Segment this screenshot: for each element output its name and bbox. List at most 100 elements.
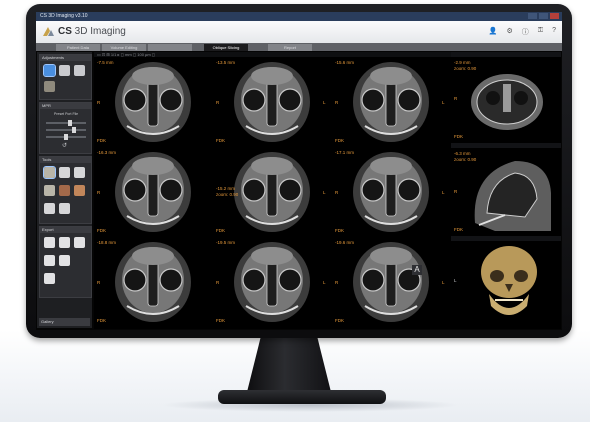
volume-view-toolbar[interactable] [451, 236, 561, 241]
slice-depth-label: -16.3 mm [97, 150, 117, 155]
skull-icon[interactable] [59, 65, 70, 76]
axial-depth-label: -2.9 mm [454, 60, 471, 65]
axial-fdk-label: FDK [454, 134, 463, 139]
implant-tool-icon[interactable] [44, 203, 55, 214]
sagittal-fdk-label: FDK [454, 227, 463, 232]
slice-view[interactable]: -18.8 mm R FDK [94, 238, 212, 326]
orientation-left-label: R [335, 190, 339, 195]
tab-report[interactable]: Report [268, 44, 312, 51]
orientation-right-label: L [442, 100, 445, 105]
slice-view-active[interactable]: -15.2 mm zoom: 0.90 L FDK [213, 148, 331, 236]
axial-zoom-label: zoom: 0.90 [454, 66, 477, 71]
orientation-cube-button[interactable]: A [412, 265, 422, 275]
maximize-button[interactable] [539, 13, 548, 19]
document-icon[interactable] [44, 237, 55, 248]
scan-shape [115, 152, 191, 232]
airway-tool-icon[interactable] [74, 185, 85, 196]
settings-icon[interactable]: ⚙ [506, 27, 512, 37]
tools-title: Tools [40, 157, 91, 163]
orientation-left-label: R [216, 280, 220, 285]
sagittal-scan-shape [474, 161, 551, 231]
fdk-label: FDK [97, 228, 106, 233]
skull-render-shape [481, 246, 537, 315]
fdk-label: FDK [216, 228, 225, 233]
crop-tool-icon[interactable] [59, 203, 70, 214]
slice-view[interactable]: -17.1 mm R L FDK [332, 148, 450, 236]
axial-scan-shape [471, 74, 543, 130]
slice-depth-label: -15.2 mm [216, 186, 236, 191]
contrast-slider[interactable] [46, 127, 86, 133]
scan-shape [234, 242, 310, 322]
print-icon[interactable] [59, 237, 70, 248]
user-icon[interactable]: 👤 [489, 27, 498, 37]
minimize-button[interactable] [528, 13, 537, 19]
orientation-right-label: L [323, 280, 326, 285]
slice-view[interactable]: -16.3 mm R FDK [94, 148, 212, 236]
measure-tool-icon[interactable] [59, 167, 70, 178]
zoom-label: zoom: 0.90 [216, 192, 239, 197]
slice-depth-label: -15.6 mm [335, 60, 355, 65]
implant-icon[interactable] [74, 65, 85, 76]
sharpness-slider[interactable] [46, 134, 86, 140]
sagittal-view[interactable]: -6.3 mm zoom: 0.90 R FDK [451, 149, 561, 235]
reset-icon[interactable]: ↺ [62, 142, 67, 149]
axial-orientation-label: R [454, 96, 458, 101]
info-icon[interactable]: ⓘ [522, 27, 529, 37]
adjustments-panel: Adjustments [39, 54, 92, 100]
slice-depth-label: -19.5 mm [216, 240, 236, 245]
export-panel: Export [39, 226, 92, 298]
slice-view[interactable]: -7.5 mm R FDK [94, 58, 212, 146]
sagittal-view-toolbar[interactable] [451, 143, 561, 148]
brand-name: 3D Imaging [71, 26, 126, 37]
scan-shape [353, 152, 429, 232]
dental-arch-icon[interactable] [44, 81, 55, 92]
slice-view[interactable]: -19.6 mm R L FDK [332, 238, 450, 326]
slice-view[interactable]: -13.5 mm R L FDK [213, 58, 331, 146]
coronal-scan-image [234, 62, 310, 142]
camera-icon[interactable] [74, 237, 85, 248]
window-titlebar: CS 3D Imaging v3.10 [36, 12, 562, 21]
tab-patient-data[interactable]: Patient Data [56, 44, 100, 51]
export-image-icon[interactable] [44, 273, 55, 284]
axial-view[interactable]: -2.9 mm zoom: 0.90 R FDK [451, 58, 561, 142]
coronal-scan-image [353, 242, 429, 322]
pointer-tool-icon[interactable] [43, 166, 56, 179]
fdk-label: FDK [216, 318, 225, 323]
slice-view[interactable]: -19.5 mm R L FDK [213, 238, 331, 326]
orientation-right-label: L [323, 190, 326, 195]
video-icon[interactable] [44, 255, 55, 266]
help-icon[interactable]: ? [552, 27, 556, 37]
coronal-scan-image [234, 242, 310, 322]
adjustments-title: Adjustments [40, 55, 91, 61]
slice-depth-label: -7.5 mm [97, 60, 114, 65]
coronal-scan-image [353, 152, 429, 232]
tooth-tool-icon[interactable] [59, 185, 70, 196]
viewport-toolbar[interactable]: ▭ ⊡ ⊞ 1/1 ▸ ◻ mm ◻ 100 µm ◻ [94, 52, 452, 57]
brand-prefix: CS [58, 26, 72, 37]
mpr-title: MPR [40, 103, 91, 109]
scan-shape [353, 242, 429, 322]
slice-view[interactable]: -15.6 mm R L FDK [332, 58, 450, 146]
tab-report-hidden[interactable] [148, 44, 192, 51]
app-brand: CS 3D Imaging [58, 25, 126, 39]
scan-shape [353, 62, 429, 142]
tab-oblique-slicing[interactable]: Oblique Slicing [204, 44, 248, 51]
brightness-slider[interactable] [46, 120, 86, 126]
close-button[interactable] [550, 13, 559, 19]
tab-volume-editing[interactable]: Volume Editing [102, 44, 146, 51]
coronal-scan-image [115, 242, 191, 322]
key-icon[interactable]: ⚿ [538, 27, 543, 37]
axial-view-toolbar[interactable] [451, 52, 561, 57]
view-layout-icon[interactable] [43, 64, 56, 77]
gallery-header[interactable]: Gallery [39, 318, 90, 326]
annotation-tool-icon[interactable] [44, 185, 55, 196]
nerve-tool-icon[interactable] [74, 167, 85, 178]
orientation-left-label: R [335, 280, 339, 285]
disc-icon[interactable] [59, 255, 70, 266]
slice-depth-label: -13.5 mm [216, 60, 236, 65]
volume-render-view[interactable]: L [451, 242, 561, 329]
orientation-left-label: R [97, 280, 101, 285]
preset-dropdown[interactable]: Preset Port File [54, 112, 78, 116]
scan-shape [115, 62, 191, 142]
tools-panel: Tools [39, 156, 92, 224]
